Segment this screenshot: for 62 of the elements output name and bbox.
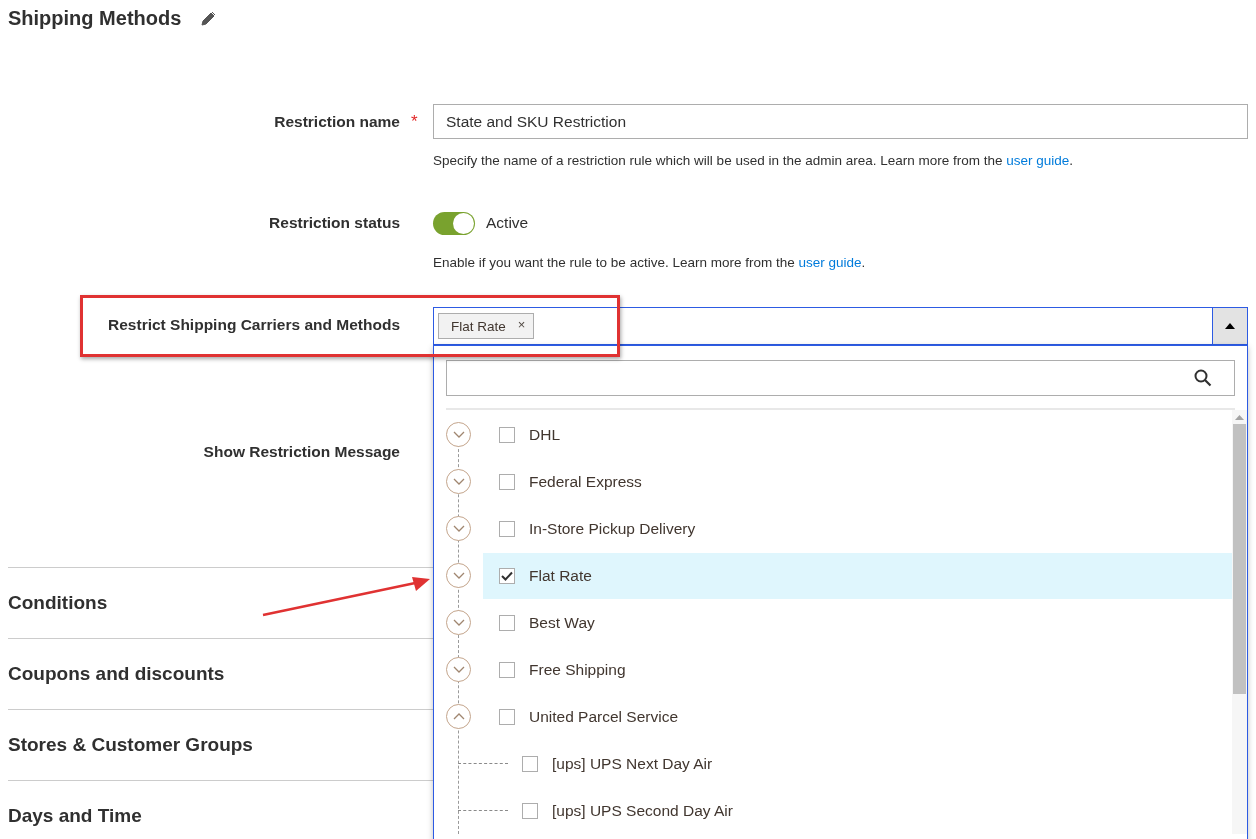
user-guide-link[interactable]: user guide xyxy=(1006,153,1070,168)
option-label: United Parcel Service xyxy=(529,707,679,726)
expand-icon[interactable] xyxy=(446,516,471,541)
option-label: Best Way xyxy=(529,613,595,632)
field-hint: Enable if you want the rule to be active. Learn more from the user guide. xyxy=(433,254,867,272)
option-label: Federal Express xyxy=(529,472,642,491)
option-row[interactable]: Flat Rate xyxy=(483,552,1232,599)
expand-icon[interactable] xyxy=(446,657,471,682)
dropdown-toggle-button[interactable] xyxy=(1212,308,1247,344)
field-hint: Specify the name of a restriction rule which will be used in the admin area. Learn more from the user guide. xyxy=(433,152,1075,170)
option-label: DHL xyxy=(529,425,560,444)
checkbox[interactable] xyxy=(499,426,515,443)
toggle-switch[interactable] xyxy=(433,211,475,235)
checkbox[interactable] xyxy=(499,614,515,631)
collapse-icon[interactable] xyxy=(446,704,471,729)
remove-button[interactable]: × xyxy=(517,316,526,332)
checkbox[interactable] xyxy=(522,755,538,772)
section-title: Stores & Customer Groups xyxy=(8,734,253,756)
option-label: [ups] UPS Next Day Air xyxy=(552,754,713,773)
multiselect-field[interactable]: Flat Rate × xyxy=(433,307,1248,345)
scroll-up-icon[interactable] xyxy=(1235,415,1244,420)
field-label: Restrict Shipping Carriers and Methods xyxy=(108,315,400,335)
expand-icon[interactable] xyxy=(446,422,471,447)
checkbox[interactable] xyxy=(499,661,515,678)
field-label: Restriction status xyxy=(269,213,400,233)
section-title: Conditions xyxy=(8,592,108,614)
expand-icon[interactable] xyxy=(446,563,471,588)
option-row[interactable]: Federal Express xyxy=(483,458,1232,505)
option-row[interactable]: In-Store Pickup Delivery xyxy=(483,505,1232,552)
checkmark-icon xyxy=(501,570,513,581)
option-label: Flat Rate xyxy=(529,566,592,585)
checkbox[interactable] xyxy=(522,802,538,819)
section-title: Days and Time xyxy=(8,805,142,827)
checkbox[interactable] xyxy=(499,520,515,537)
checkbox[interactable] xyxy=(499,473,515,490)
scrollbar[interactable] xyxy=(1232,410,1247,834)
toggle-label: Active xyxy=(486,214,529,232)
option-row[interactable]: Best Way xyxy=(483,599,1232,646)
field-label: Restriction name xyxy=(274,112,400,132)
option-label: [ups] UPS Second Day Air xyxy=(552,801,733,820)
option-row[interactable]: Free Shipping xyxy=(483,646,1232,693)
text-input[interactable]: State and SKU Restriction xyxy=(433,104,1248,139)
search-field[interactable] xyxy=(446,360,1235,396)
checkbox[interactable] xyxy=(499,708,515,725)
user-guide-link[interactable]: user guide xyxy=(798,255,862,270)
field-label: Show Restriction Message xyxy=(203,442,400,462)
expand-icon[interactable] xyxy=(446,610,471,635)
required-asterisk: * xyxy=(410,112,418,131)
page-title: Shipping Methods xyxy=(8,6,182,30)
option-row[interactable]: DHL xyxy=(483,411,1232,458)
pencil-icon[interactable] xyxy=(201,10,217,26)
option-row[interactable]: United Parcel Service xyxy=(483,693,1232,740)
search-icon xyxy=(1194,369,1212,387)
option-label: In-Store Pickup Delivery xyxy=(529,519,696,538)
tag-label: Flat Rate xyxy=(451,318,506,334)
option-row[interactable]: [ups] UPS Second Day Air xyxy=(522,787,1232,834)
option-row[interactable]: [ups] UPS Next Day Air xyxy=(522,740,1232,787)
section-title: Coupons and discounts xyxy=(8,663,225,685)
checkbox[interactable] xyxy=(499,567,515,584)
option-label: Free Shipping xyxy=(529,660,626,679)
caret-up-icon xyxy=(1225,323,1235,329)
expand-icon[interactable] xyxy=(446,469,471,494)
